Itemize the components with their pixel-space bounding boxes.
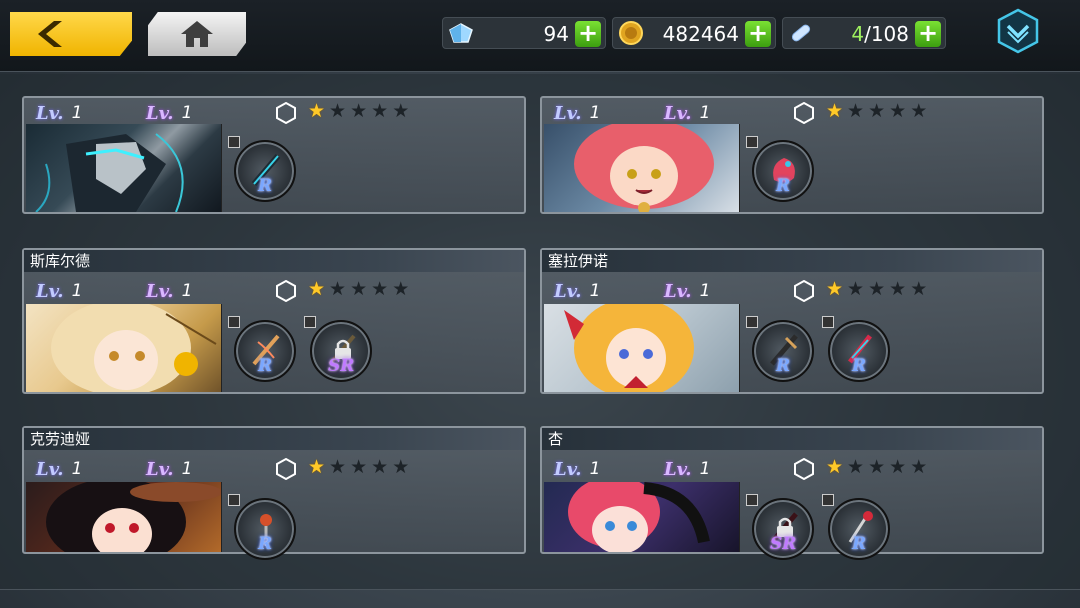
equipment-slot-locked[interactable]: SR (746, 494, 814, 560)
crystal-icon (447, 20, 475, 46)
element-hex-icon (276, 280, 296, 302)
slot-corner-icon (228, 494, 240, 506)
character-card[interactable]: 克劳迪娅 Lv. 1 Lv. 1 ★ ★ ★ ★ ★ R (22, 426, 526, 560)
equipment-slot-locked[interactable]: SR (304, 316, 372, 382)
equipment-slot[interactable]: R (228, 316, 296, 382)
character-card[interactable]: Lv. 1 Lv. 1 ★ ★ ★ ★ ★ R (540, 96, 1044, 214)
level-a: Lv. 1 (554, 102, 601, 124)
add-capacity-button[interactable]: + (915, 21, 941, 47)
crystal-value: 94 (543, 22, 569, 46)
crystal-counter: 94 + (442, 17, 606, 49)
character-portrait (26, 124, 222, 212)
slot-corner-icon (228, 136, 240, 148)
equipment-slot[interactable]: R (746, 136, 814, 202)
equipment-slot[interactable]: R (822, 316, 890, 382)
capacity-value: 4/108 (851, 22, 909, 46)
level-row: Lv. 1 Lv. 1 (36, 458, 256, 480)
character-name: 斯库尔德 (24, 250, 524, 272)
menu-toggle-button[interactable] (996, 8, 1040, 54)
element-hex-icon (794, 280, 814, 302)
home-icon (181, 21, 213, 47)
level-row: Lv. 1 Lv. 1 (36, 280, 256, 302)
level-b: Lv. 1 (146, 458, 193, 480)
character-portrait (26, 304, 222, 392)
element-hex-icon (276, 458, 296, 480)
character-name: 塞拉伊诺 (542, 250, 1042, 272)
star-rating: ★ ★ ★ ★ ★ (826, 278, 928, 300)
slot-corner-icon (228, 316, 240, 328)
level-b: Lv. 1 (664, 280, 711, 302)
chevron-down-icon (997, 8, 1039, 54)
add-gold-button[interactable]: + (745, 21, 771, 47)
star-rating: ★ ★ ★ ★ ★ (826, 100, 928, 122)
character-card[interactable]: 塞拉伊诺 Lv. 1 Lv. 1 ★ ★ ★ ★ ★ R R (540, 248, 1044, 394)
level-a: Lv. 1 (36, 102, 83, 124)
level-a: Lv. 1 (36, 458, 83, 480)
chevron-left-icon (38, 21, 62, 47)
element-hex-icon (276, 102, 296, 124)
slot-corner-icon (822, 494, 834, 506)
character-portrait (544, 124, 740, 212)
level-row: Lv. 1 Lv. 1 (554, 280, 774, 302)
top-bar: 94 + 482464 + 4/108 + (0, 0, 1080, 72)
slot-corner-icon (746, 494, 758, 506)
star-rating: ★ ★ ★ ★ ★ (308, 278, 410, 300)
slot-corner-icon (304, 316, 316, 328)
home-button[interactable] (148, 12, 246, 56)
character-list-panel: Lv. 1 Lv. 1 ★ ★ ★ ★ ★ R Lv. 1 Lv. 1 ★ ★ … (0, 74, 1080, 590)
equipment-slot[interactable]: R (228, 136, 296, 202)
level-b: Lv. 1 (146, 102, 193, 124)
capsule-icon (787, 20, 815, 46)
character-name: 克劳迪娅 (24, 428, 524, 450)
character-name: 杏 (542, 428, 1042, 450)
character-card[interactable]: Lv. 1 Lv. 1 ★ ★ ★ ★ ★ R (22, 96, 526, 214)
gold-coin-icon (617, 20, 645, 46)
level-row: Lv. 1 Lv. 1 (554, 102, 774, 124)
star-rating: ★ ★ ★ ★ ★ (308, 100, 410, 122)
equipment-slot[interactable]: R (228, 494, 296, 560)
level-row: Lv. 1 Lv. 1 (554, 458, 774, 480)
slot-corner-icon (822, 316, 834, 328)
capacity-counter: 4/108 + (782, 17, 946, 49)
character-card[interactable]: 杏 Lv. 1 Lv. 1 ★ ★ ★ ★ ★ SR R (540, 426, 1044, 560)
gold-counter: 482464 + (612, 17, 776, 49)
slot-corner-icon (746, 136, 758, 148)
star-rating: ★ ★ ★ ★ ★ (308, 456, 410, 478)
back-button[interactable] (10, 12, 132, 56)
level-a: Lv. 1 (554, 458, 601, 480)
equipment-slot[interactable]: R (822, 494, 890, 560)
character-portrait (26, 482, 222, 552)
level-a: Lv. 1 (554, 280, 601, 302)
character-portrait (544, 482, 740, 552)
level-b: Lv. 1 (146, 280, 193, 302)
level-row: Lv. 1 Lv. 1 (36, 102, 256, 124)
level-b: Lv. 1 (664, 458, 711, 480)
level-b: Lv. 1 (664, 102, 711, 124)
add-crystal-button[interactable]: + (575, 21, 601, 47)
equipment-slot[interactable]: R (746, 316, 814, 382)
slot-corner-icon (746, 316, 758, 328)
character-card[interactable]: 斯库尔德 Lv. 1 Lv. 1 ★ ★ ★ ★ ★ R SR (22, 248, 526, 394)
character-portrait (544, 304, 740, 392)
star-rating: ★ ★ ★ ★ ★ (826, 456, 928, 478)
gold-value: 482464 (662, 22, 739, 46)
element-hex-icon (794, 458, 814, 480)
level-a: Lv. 1 (36, 280, 83, 302)
element-hex-icon (794, 102, 814, 124)
